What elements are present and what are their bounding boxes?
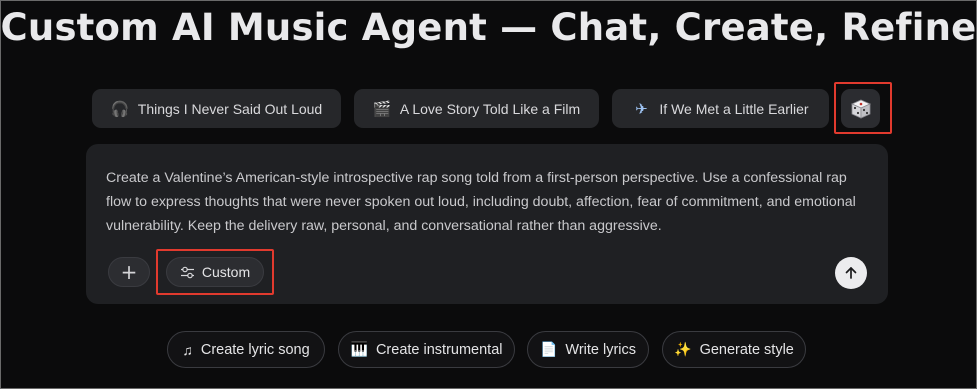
create-instrumental-button[interactable]: 🎹 Create instrumental [338,331,515,368]
action-label: Write lyrics [565,341,637,358]
suggestion-label: If We Met a Little Earlier [659,100,809,117]
suggestion-chip-love-story[interactable]: 🎬 A Love Story Told Like a Film [354,89,599,128]
action-label: Create instrumental [375,341,503,358]
page-title: Custom AI Music Agent — Chat, Create, Re… [0,6,977,49]
headphones-icon: 🎧 [110,100,130,118]
suggestion-label: A Love Story Told Like a Film [399,100,581,117]
prompt-input[interactable]: Create a Valentine’s American-style intr… [106,166,866,238]
highlight-box-dice [834,82,892,134]
music-note-icon: ♫ [182,341,193,358]
arrow-up-icon [845,267,857,279]
highlight-box-custom [156,249,274,295]
plus-icon: + [120,260,138,284]
add-attachment-button[interactable]: + [108,257,150,287]
suggestion-chip-if-we-met[interactable]: ✈ If We Met a Little Earlier [612,89,829,128]
clapperboard-icon: 🎬 [372,100,392,118]
piano-icon: 🎹 [350,341,368,357]
airplane-icon: ✈ [635,100,648,118]
document-icon: 📄 [539,341,558,357]
suggestion-label: Things I Never Said Out Loud [137,100,323,117]
send-button[interactable] [835,257,867,289]
action-label: Generate style [699,341,794,358]
generate-style-button[interactable]: ✨ Generate style [662,331,806,368]
action-label: Create lyric song [200,341,310,358]
create-lyric-song-button[interactable]: ♫ Create lyric song [167,331,325,368]
sparkles-icon: ✨ [674,341,692,357]
suggestion-chip-things-i-never-said[interactable]: 🎧 Things I Never Said Out Loud [92,89,341,128]
write-lyrics-button[interactable]: 📄 Write lyrics [527,331,649,368]
